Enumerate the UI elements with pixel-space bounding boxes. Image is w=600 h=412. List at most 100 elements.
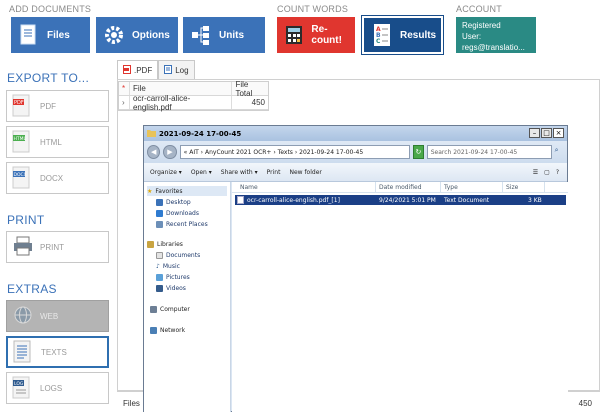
account-edition: Edition: Advanced (462, 54, 527, 63)
export-html-button[interactable]: HTML HTML (6, 126, 109, 158)
navigation-pane: ★ Favorites Desktop Downloads Recent Pla… (144, 182, 231, 412)
file-list-pane: Name Date modified Type Size ocr-carroll… (232, 182, 568, 412)
file-date: 9/24/2021 5:01 PM (379, 197, 436, 204)
refresh-icon[interactable]: ↻ (413, 145, 424, 159)
nav-libraries-label: Libraries (157, 240, 183, 248)
close-button[interactable]: × (553, 128, 564, 138)
svg-text:HTML: HTML (14, 136, 27, 142)
nav-libraries[interactable]: Libraries (147, 239, 183, 249)
nav-network-label: Network (160, 326, 186, 334)
column-date-modified[interactable]: Date modified (379, 184, 422, 191)
svg-text:DOCX: DOCX (14, 172, 27, 178)
table-row[interactable]: › ocr-carroll-alice-english.pdf 450 (119, 94, 268, 112)
count-words-group-label: COUNT WORDS (277, 4, 349, 14)
forward-button[interactable]: ▶ (163, 145, 177, 159)
share-menu[interactable]: Share with ▾ (221, 169, 258, 176)
file-list-item[interactable]: ocr-carroll-alice-english.pdf_[1] 9/24/2… (235, 195, 566, 205)
computer-icon (150, 305, 157, 313)
units-label: Units (219, 29, 244, 41)
column-size[interactable]: Size (506, 184, 518, 191)
downloads-icon (156, 209, 163, 217)
nav-network[interactable]: Network (150, 325, 185, 335)
row-file-name[interactable]: ocr-carroll-alice-english.pdf (128, 94, 232, 112)
address-row: ◀ ▶ « AIT › AnyCount 2021 OCR+ › Texts ›… (144, 141, 567, 163)
nav-desktop[interactable]: Desktop (156, 197, 191, 207)
extras-section-title: EXTRAS (7, 282, 57, 296)
nav-music-label: Music (162, 262, 180, 270)
account-user: User: regs@translatio... (462, 32, 525, 52)
web-button[interactable]: WEB (6, 300, 109, 332)
desktop-icon (156, 198, 163, 206)
column-name[interactable]: Name (240, 184, 258, 191)
preview-pane-icon[interactable]: ▢ (544, 169, 550, 176)
new-folder-button[interactable]: New folder (289, 169, 321, 176)
nav-music[interactable]: ♪ Music (156, 261, 180, 271)
print-button[interactable]: PRINT (6, 231, 109, 263)
documents-icon (156, 251, 163, 259)
search-input[interactable]: Search 2021-09-24 17-00-45 (426, 145, 552, 159)
column-type[interactable]: Type (444, 184, 458, 191)
nav-videos[interactable]: Videos (156, 283, 186, 293)
left-panel: EXPORT TO... PDF PDF HTML HTML DOCX DOCX… (0, 60, 115, 412)
files-label: Files (47, 29, 70, 41)
organize-menu[interactable]: Organize ▾ (150, 169, 182, 176)
print-section-title: PRINT (7, 213, 45, 227)
search-icon[interactable]: ⌕ (555, 146, 564, 158)
grid-header-file-total[interactable]: File Total (231, 80, 268, 98)
nav-recent-label: Recent Places (166, 220, 208, 228)
nav-downloads[interactable]: Downloads (156, 208, 199, 218)
address-bar[interactable]: « AIT › AnyCount 2021 OCR+ › Texts › 202… (179, 145, 411, 159)
options-label: Options (132, 29, 170, 41)
tab-log-label: Log (175, 65, 189, 75)
svg-text:PDF: PDF (14, 100, 24, 106)
nav-computer[interactable]: Computer (150, 304, 190, 314)
printer-icon (12, 235, 32, 259)
pdf-file-icon: PDF (12, 94, 32, 118)
nav-recent-places[interactable]: Recent Places (156, 219, 208, 229)
text-file-icon (237, 196, 244, 206)
nav-downloads-label: Downloads (166, 209, 199, 217)
nav-documents[interactable]: Documents (156, 250, 200, 260)
grid-header-marker: * (122, 84, 126, 93)
pdf-tab-icon (123, 64, 131, 76)
minimize-button[interactable]: – (529, 128, 540, 138)
html-file-icon: HTML (12, 130, 32, 154)
recent-places-icon (156, 220, 163, 228)
units-button[interactable]: Units (183, 17, 265, 53)
recount-button[interactable]: Re-count! (277, 17, 355, 53)
explorer-titlebar[interactable]: 2021-09-24 17-00-45 – □ × (144, 126, 567, 141)
tab-pdf-label: .PDF (134, 65, 153, 75)
star-icon: ★ (147, 187, 153, 195)
print-toolbar-button[interactable]: Print (267, 169, 281, 176)
help-icon[interactable]: ? (556, 169, 559, 176)
tab-pdf[interactable]: .PDF (117, 60, 159, 79)
files-button[interactable]: Files (11, 17, 90, 53)
html-label: HTML (40, 137, 62, 147)
tab-log[interactable]: Log (158, 60, 195, 79)
print-label: PRINT (40, 242, 64, 252)
results-button[interactable]: ABC Results (361, 15, 444, 55)
view-icon[interactable]: ☰ (533, 169, 538, 176)
export-pdf-button[interactable]: PDF PDF (6, 90, 109, 122)
logs-button[interactable]: LOG LOGS (6, 372, 109, 404)
account-group-label: ACCOUNT (456, 4, 502, 14)
videos-icon (156, 284, 163, 292)
folder-icon (147, 129, 156, 139)
options-button[interactable]: Options (96, 17, 178, 53)
texts-label: TEXTS (41, 347, 67, 357)
texts-button[interactable]: TEXTS (6, 336, 109, 368)
nav-pictures[interactable]: Pictures (156, 272, 190, 282)
nav-videos-label: Videos (166, 284, 186, 292)
add-documents-group-label: ADD DOCUMENTS (9, 4, 92, 14)
back-button[interactable]: ◀ (147, 145, 161, 159)
logs-label: LOGS (40, 383, 63, 393)
account-info-panel[interactable]: Registered User: regs@translatio... Edit… (456, 17, 536, 63)
log-file-icon: LOG (12, 376, 32, 400)
row-marker: › (122, 98, 125, 107)
explorer-window[interactable]: 2021-09-24 17-00-45 – □ × ◀ ▶ « AIT › An… (143, 125, 568, 412)
open-menu[interactable]: Open ▾ (191, 169, 212, 176)
nav-favorites[interactable]: ★ Favorites (147, 186, 227, 196)
maximize-button[interactable]: □ (541, 128, 552, 138)
nav-computer-label: Computer (160, 305, 190, 313)
export-docx-button[interactable]: DOCX DOCX (6, 162, 109, 194)
